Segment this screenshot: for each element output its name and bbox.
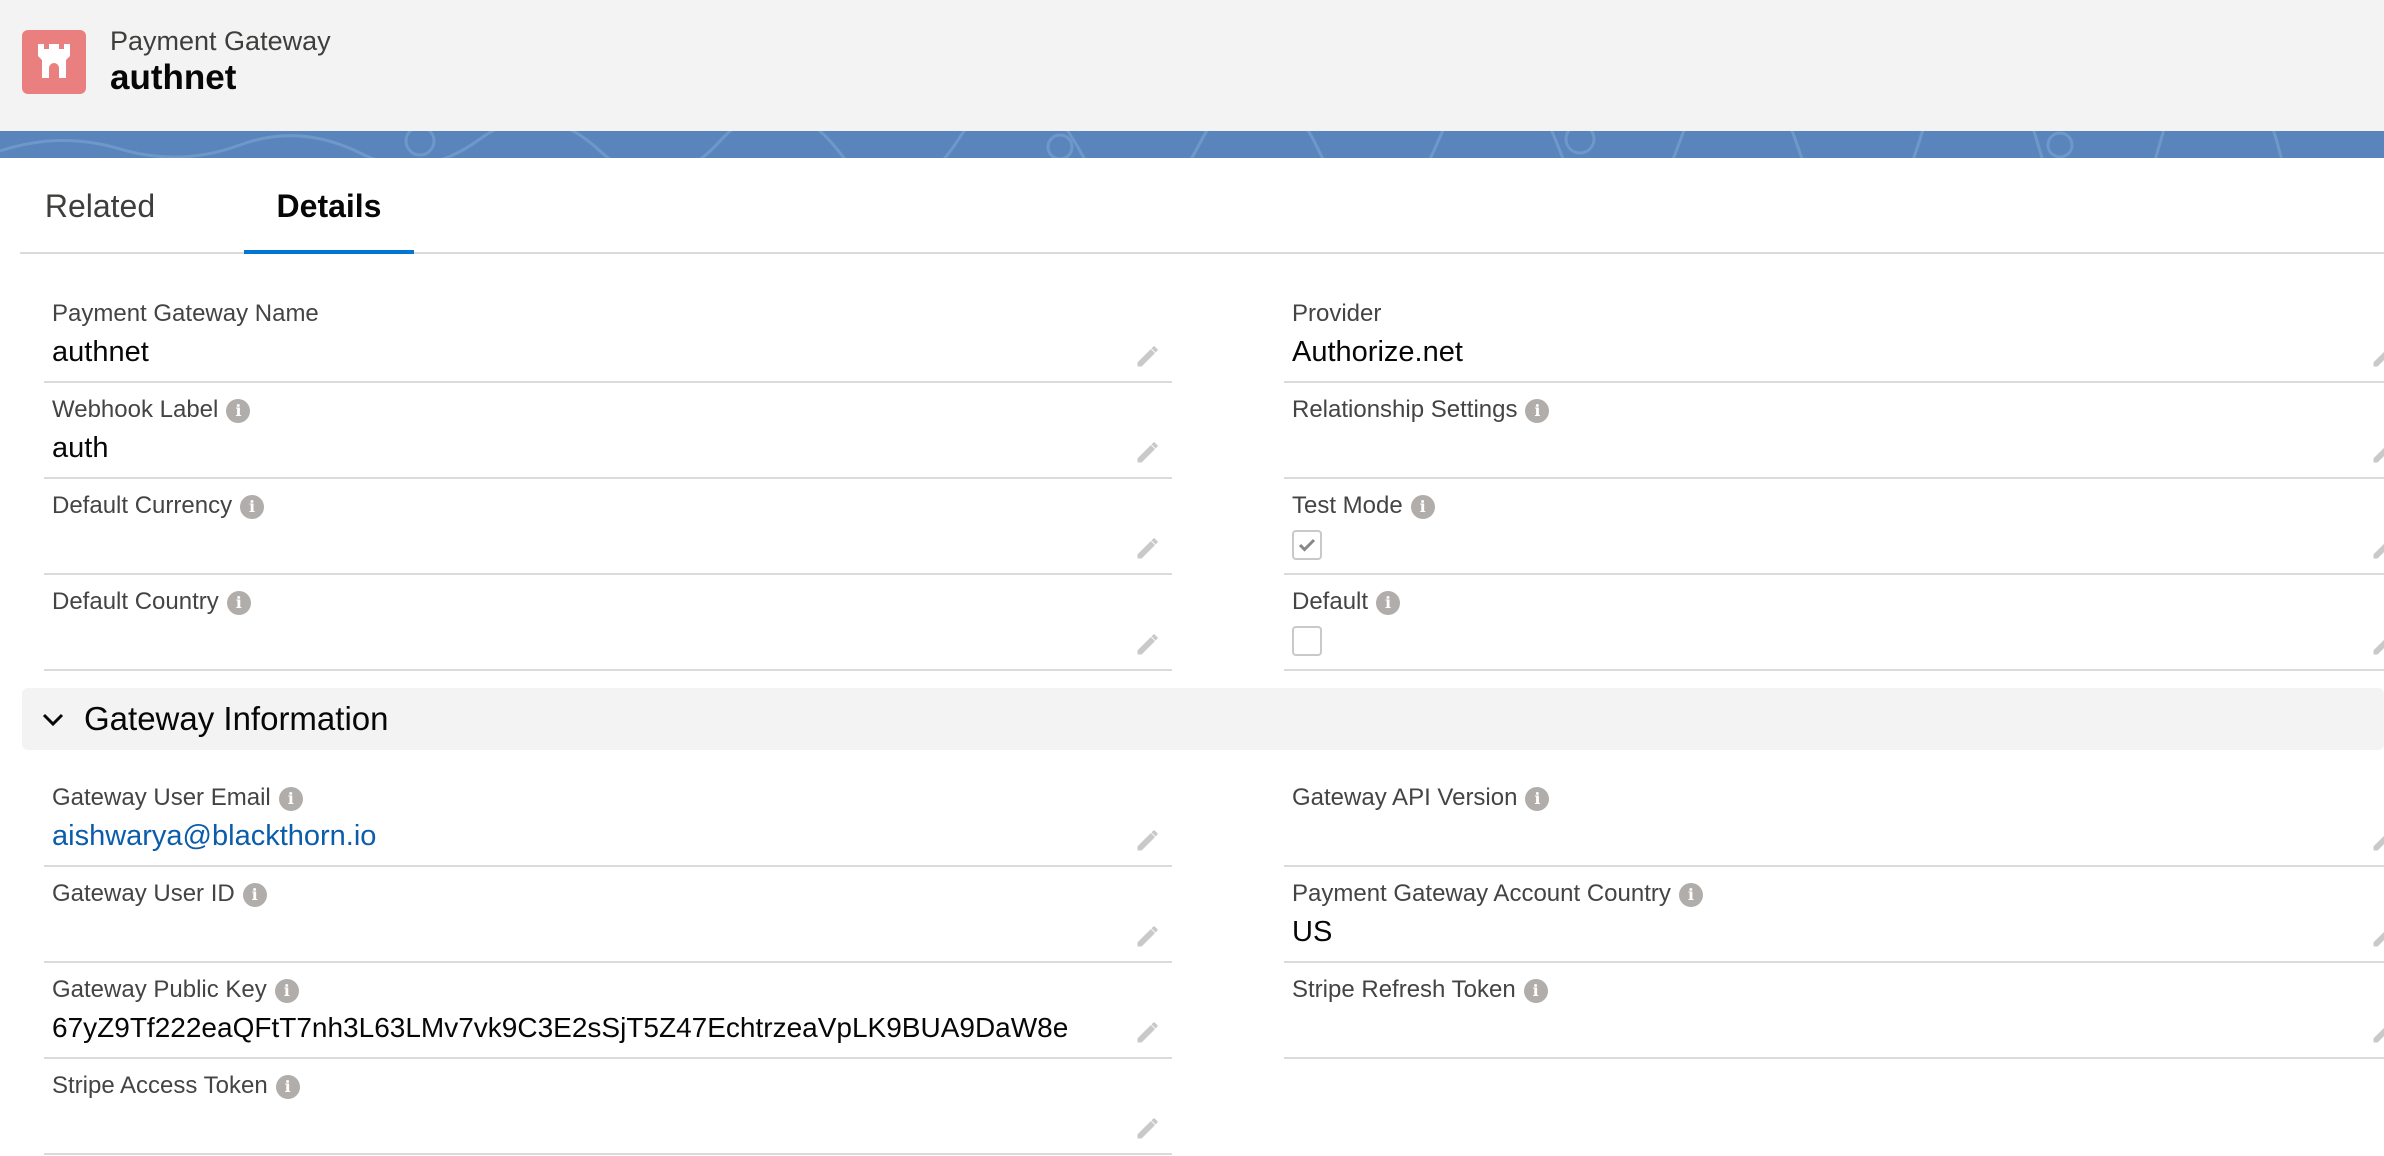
field-gateway-public-key: Gateway Public Key i 67yZ9Tf222eaQFtT7nh3… <box>44 962 1172 1059</box>
field-default-country: Default Country i <box>44 574 1172 671</box>
field-value: auth <box>52 432 109 464</box>
info-icon[interactable]: i <box>278 787 303 811</box>
edit-pencil-icon[interactable] <box>1134 534 1162 562</box>
field-label: Default <box>1292 588 1369 615</box>
field-label: Test Mode <box>1292 492 1403 519</box>
edit-pencil-icon[interactable] <box>2370 534 2384 562</box>
field-label: Provider <box>1292 300 1382 327</box>
field-default-currency: Default Currency i <box>44 478 1172 575</box>
field-label: Gateway User ID <box>52 880 235 907</box>
edit-pencil-icon[interactable] <box>1134 342 1162 370</box>
field-webhook-label: Webhook Label i auth <box>44 382 1172 479</box>
field-label: Webhook Label <box>52 396 219 423</box>
default-checkbox[interactable] <box>1292 626 1322 656</box>
field-label: Stripe Refresh Token <box>1292 976 1516 1003</box>
info-icon[interactable]: i <box>274 979 299 1003</box>
field-value: US <box>1292 916 1333 948</box>
edit-pencil-icon[interactable] <box>2370 1018 2384 1046</box>
edit-pencil-icon[interactable] <box>1134 630 1162 658</box>
email-link[interactable]: aishwarya@blackthorn.io <box>52 820 376 853</box>
field-relationship-settings: Relationship Settings i <box>1284 382 2384 479</box>
field-label: Gateway API Version <box>1292 784 1518 811</box>
field-payment-gateway-name: Payment Gateway Name authnet <box>44 286 1172 383</box>
field-provider: Provider Authorize.net <box>1284 286 2384 383</box>
field-label: Gateway User Email <box>52 784 271 811</box>
info-icon[interactable]: i <box>1678 883 1703 907</box>
info-icon[interactable]: i <box>275 1075 300 1099</box>
info-icon[interactable]: i <box>1410 495 1435 519</box>
info-icon[interactable]: i <box>1525 399 1550 423</box>
info-icon[interactable]: i <box>1525 787 1550 811</box>
edit-pencil-icon[interactable] <box>1134 1018 1162 1046</box>
field-label: Default Country <box>52 588 219 615</box>
tab-related[interactable]: Related <box>30 158 170 252</box>
decorative-banner <box>0 131 2384 158</box>
field-value: authnet <box>52 336 149 368</box>
field-payment-gateway-account-country: Payment Gateway Account Country i US <box>1284 866 2384 963</box>
info-icon[interactable]: i <box>1523 979 1548 1003</box>
field-stripe-refresh-token: Stripe Refresh Token i <box>1284 962 2384 1059</box>
section-title: Gateway Information <box>84 700 389 737</box>
field-gateway-user-email: Gateway User Email i aishwarya@blackthorn… <box>44 770 1172 867</box>
field-label: Default Currency <box>52 492 233 519</box>
object-type-label: Payment Gateway <box>110 26 331 56</box>
field-label: Relationship Settings <box>1292 396 1518 423</box>
field-label: Payment Gateway Account Country <box>1292 880 1671 907</box>
edit-pencil-icon[interactable] <box>2370 438 2384 466</box>
chevron-down-icon <box>42 713 64 727</box>
info-icon[interactable]: i <box>226 399 251 423</box>
field-test-mode: Test Mode i <box>1284 478 2384 575</box>
field-default: Default i <box>1284 574 2384 671</box>
section-gateway-information[interactable]: Gateway Information <box>22 688 2384 750</box>
edit-pencil-icon[interactable] <box>2370 342 2384 370</box>
checkmark-icon <box>1298 538 1316 552</box>
record-header: Payment Gateway authnet <box>0 0 2384 132</box>
field-stripe-access-token: Stripe Access Token i <box>44 1058 1172 1155</box>
edit-pencil-icon[interactable] <box>2370 826 2384 854</box>
edit-pencil-icon[interactable] <box>1134 826 1162 854</box>
field-value: 67yZ9Tf222eaQFtT7nh3L63LMv7vk9C3E2sSjT5Z… <box>52 1012 1069 1043</box>
info-icon[interactable]: i <box>1376 591 1401 615</box>
record-tabs: Related Details <box>20 158 2384 254</box>
test-mode-checkbox[interactable] <box>1292 530 1322 560</box>
field-gateway-user-id: Gateway User ID i <box>44 866 1172 963</box>
edit-pencil-icon[interactable] <box>1134 1114 1162 1142</box>
field-value: Authorize.net <box>1292 336 1463 368</box>
castle-icon <box>22 30 86 94</box>
edit-pencil-icon[interactable] <box>1134 438 1162 466</box>
edit-pencil-icon[interactable] <box>2370 630 2384 658</box>
field-gateway-api-version: Gateway API Version i <box>1284 770 2384 867</box>
edit-pencil-icon[interactable] <box>2370 922 2384 950</box>
field-label: Gateway Public Key <box>52 976 267 1003</box>
record-title: authnet <box>110 58 237 97</box>
edit-pencil-icon[interactable] <box>1134 922 1162 950</box>
info-icon[interactable]: i <box>226 591 251 615</box>
info-icon[interactable]: i <box>242 883 267 907</box>
field-label: Stripe Access Token <box>52 1072 268 1099</box>
field-label: Payment Gateway Name <box>52 300 319 327</box>
tab-details[interactable]: Details <box>244 158 414 254</box>
info-icon[interactable]: i <box>240 495 265 519</box>
